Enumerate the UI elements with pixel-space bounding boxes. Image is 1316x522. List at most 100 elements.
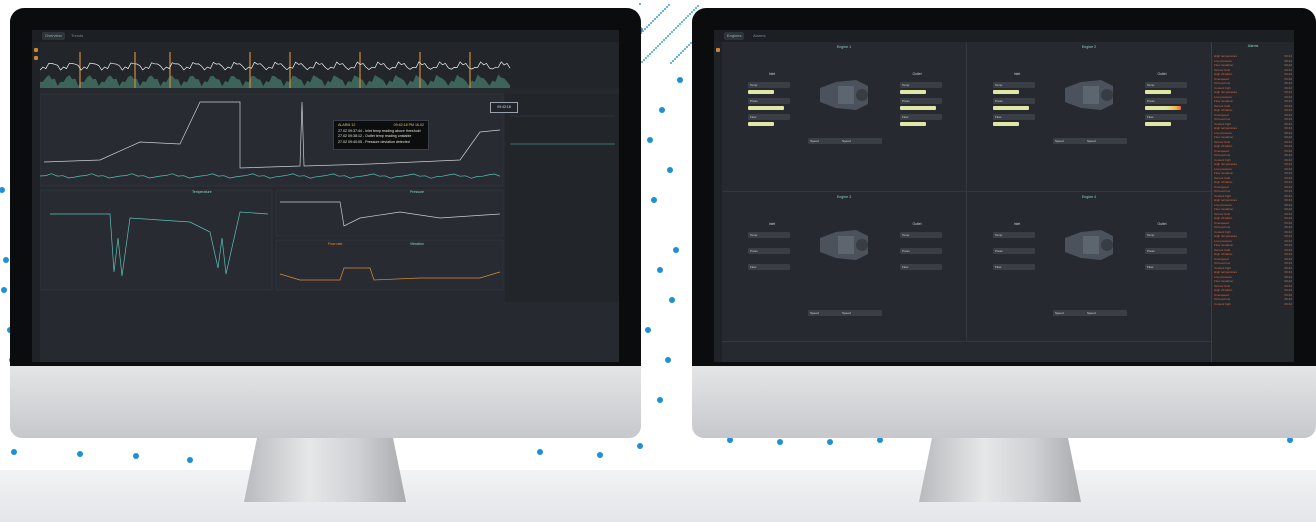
section-title: Inlet [1013, 222, 1021, 226]
readout-field[interactable]: Flow [993, 264, 1035, 270]
alarm-text: Oil level low [1214, 81, 1231, 85]
alarm-text: Sensor fault [1214, 139, 1231, 144]
alarm-text: Overspeed [1214, 220, 1229, 225]
alarm-text: High vibration [1214, 72, 1233, 76]
readout-field[interactable]: Flow [748, 264, 790, 270]
tab-bar: Engines Alarms [714, 30, 1294, 42]
readout-field[interactable]: Press [748, 248, 790, 254]
alarm-list[interactable]: Alarms High temperature 09:42 Low pressure… [1211, 42, 1294, 362]
readout-field[interactable]: Flow [1145, 114, 1187, 120]
engine-quadrant: Engine 2 Inlet Outlet Temp Press Flow Speed Tem… [967, 42, 1212, 192]
readout-field[interactable]: Temp [993, 232, 1035, 238]
tab-alarms[interactable]: Alarms [750, 32, 768, 40]
alarm-popup[interactable]: ALARM 12 09:42:18 PM 16.02 27.02 09:37:44… [333, 120, 429, 150]
readout-field[interactable]: Speed [840, 310, 882, 316]
alarm-text: High temperature [1214, 90, 1238, 94]
left-monitor: Overview Trends ALARM 12 09:42:18 PM 16.… [10, 8, 641, 502]
section-title: Outlet [1157, 222, 1167, 226]
alarm-text: Overspeed [1214, 112, 1229, 117]
readout-field[interactable]: Press [1145, 248, 1187, 254]
readout-field[interactable]: Flow [900, 264, 942, 270]
section-title: Inlet [768, 222, 776, 226]
gauge-bar [900, 90, 926, 94]
gauge-bar [748, 122, 774, 126]
section-title: Outlet [1157, 72, 1167, 76]
readout-field[interactable]: Temp [900, 232, 942, 238]
section-title: Inlet [1013, 72, 1021, 76]
readout-field[interactable]: Press [1145, 98, 1187, 104]
tab-engines[interactable]: Engines [724, 32, 745, 40]
side-toolbar [714, 42, 722, 362]
alarm-text: Overspeed [1214, 256, 1229, 261]
alarm-text: Flow deviation [1214, 171, 1234, 175]
quadrant-title: Engine 2 [1081, 45, 1097, 49]
trend-charts [40, 42, 619, 302]
alarm-text: Overspeed [1214, 76, 1229, 81]
alarm-text: Flow deviation [1214, 99, 1234, 103]
engine-diagram-icon [1065, 230, 1113, 260]
alarm-text: High vibration [1214, 216, 1233, 220]
readout-field[interactable]: Flow [1145, 264, 1187, 270]
engine-diagram-icon [820, 230, 868, 260]
readout-field[interactable]: Speed [1085, 310, 1127, 316]
gauge-bar [1145, 106, 1181, 110]
alarm-text: Coolant high [1214, 301, 1231, 306]
alarm-text: Oil level low [1214, 189, 1231, 193]
alarm-text: Low pressure [1214, 274, 1233, 279]
readout-field[interactable]: Flow [748, 114, 790, 120]
gauge-bar [748, 90, 774, 94]
alarm-text: Sensor fault [1214, 175, 1231, 180]
alarm-text: Coolant high [1214, 85, 1231, 90]
readout-field[interactable]: Temp [748, 82, 790, 88]
toolbar-icon[interactable] [34, 56, 38, 60]
readout-field[interactable]: Press [748, 98, 790, 104]
engine-quadrant: Engine 3 Inlet Outlet Temp Press Flow Speed Tem… [722, 192, 967, 342]
readout-field[interactable]: Flow [900, 114, 942, 120]
readout-field[interactable]: Temp [1145, 232, 1187, 238]
alarm-text: Low pressure [1214, 202, 1233, 207]
readout-field[interactable]: Press [993, 98, 1035, 104]
alarm-text: Flow deviation [1214, 135, 1234, 139]
popup-time: 09:42:18 PM 16.02 [393, 123, 424, 127]
panel-label: Flow rate [328, 242, 343, 246]
alarm-row[interactable]: Coolant high 09:42 [1214, 302, 1292, 307]
gauge-bar [1145, 122, 1171, 126]
readout-field[interactable]: Temp [748, 232, 790, 238]
readout-field[interactable]: Temp [993, 82, 1035, 88]
readout-field[interactable]: Press [900, 248, 942, 254]
alarm-text: Oil level low [1214, 297, 1231, 301]
alarm-text: Oil level low [1214, 117, 1231, 121]
readout-field[interactable]: Speed [840, 138, 882, 144]
alarm-text: Overspeed [1214, 292, 1229, 297]
alarm-text: Low pressure [1214, 58, 1233, 63]
engine-diagram-icon [820, 80, 868, 110]
alarm-text: Low pressure [1214, 130, 1233, 135]
readout-field[interactable]: Temp [1145, 82, 1187, 88]
alarm-text: Sensor fault [1214, 247, 1231, 252]
engine-quadrant: Engine 4 Inlet Outlet Temp Press Flow Speed Tem… [967, 192, 1212, 342]
monitor-stand [919, 438, 1081, 502]
alarm-text: Oil level low [1214, 261, 1231, 265]
readout-field[interactable]: Flow [993, 114, 1035, 120]
alarm-list-title: Alarms [1247, 44, 1259, 48]
tab-trends[interactable]: Trends [68, 32, 86, 40]
alarm-text: Low pressure [1214, 166, 1233, 171]
readout-field[interactable]: Speed [1085, 138, 1127, 144]
readout-field[interactable]: Press [993, 248, 1035, 254]
toolbar-icon[interactable] [34, 48, 38, 52]
alarm-text: High vibration [1214, 144, 1233, 148]
readout-field[interactable]: Temp [900, 82, 942, 88]
side-toolbar [32, 42, 40, 362]
gauge-bar [993, 122, 1019, 126]
tab-overview[interactable]: Overview [42, 32, 65, 40]
toolbar-icon[interactable] [716, 48, 720, 52]
panel-label: Temperature [192, 190, 212, 194]
popup-line: 27.02 09:38:12 - Outlet temp reading uns… [338, 134, 412, 138]
monitor-chin [10, 366, 641, 438]
alarm-time: 09:42 [1284, 301, 1292, 306]
alarm-text: High vibration [1214, 180, 1233, 184]
section-title: Outlet [912, 72, 922, 76]
monitor-stand [244, 438, 406, 502]
readout-field[interactable]: Press [900, 98, 942, 104]
alarm-text: Coolant high [1214, 121, 1231, 126]
